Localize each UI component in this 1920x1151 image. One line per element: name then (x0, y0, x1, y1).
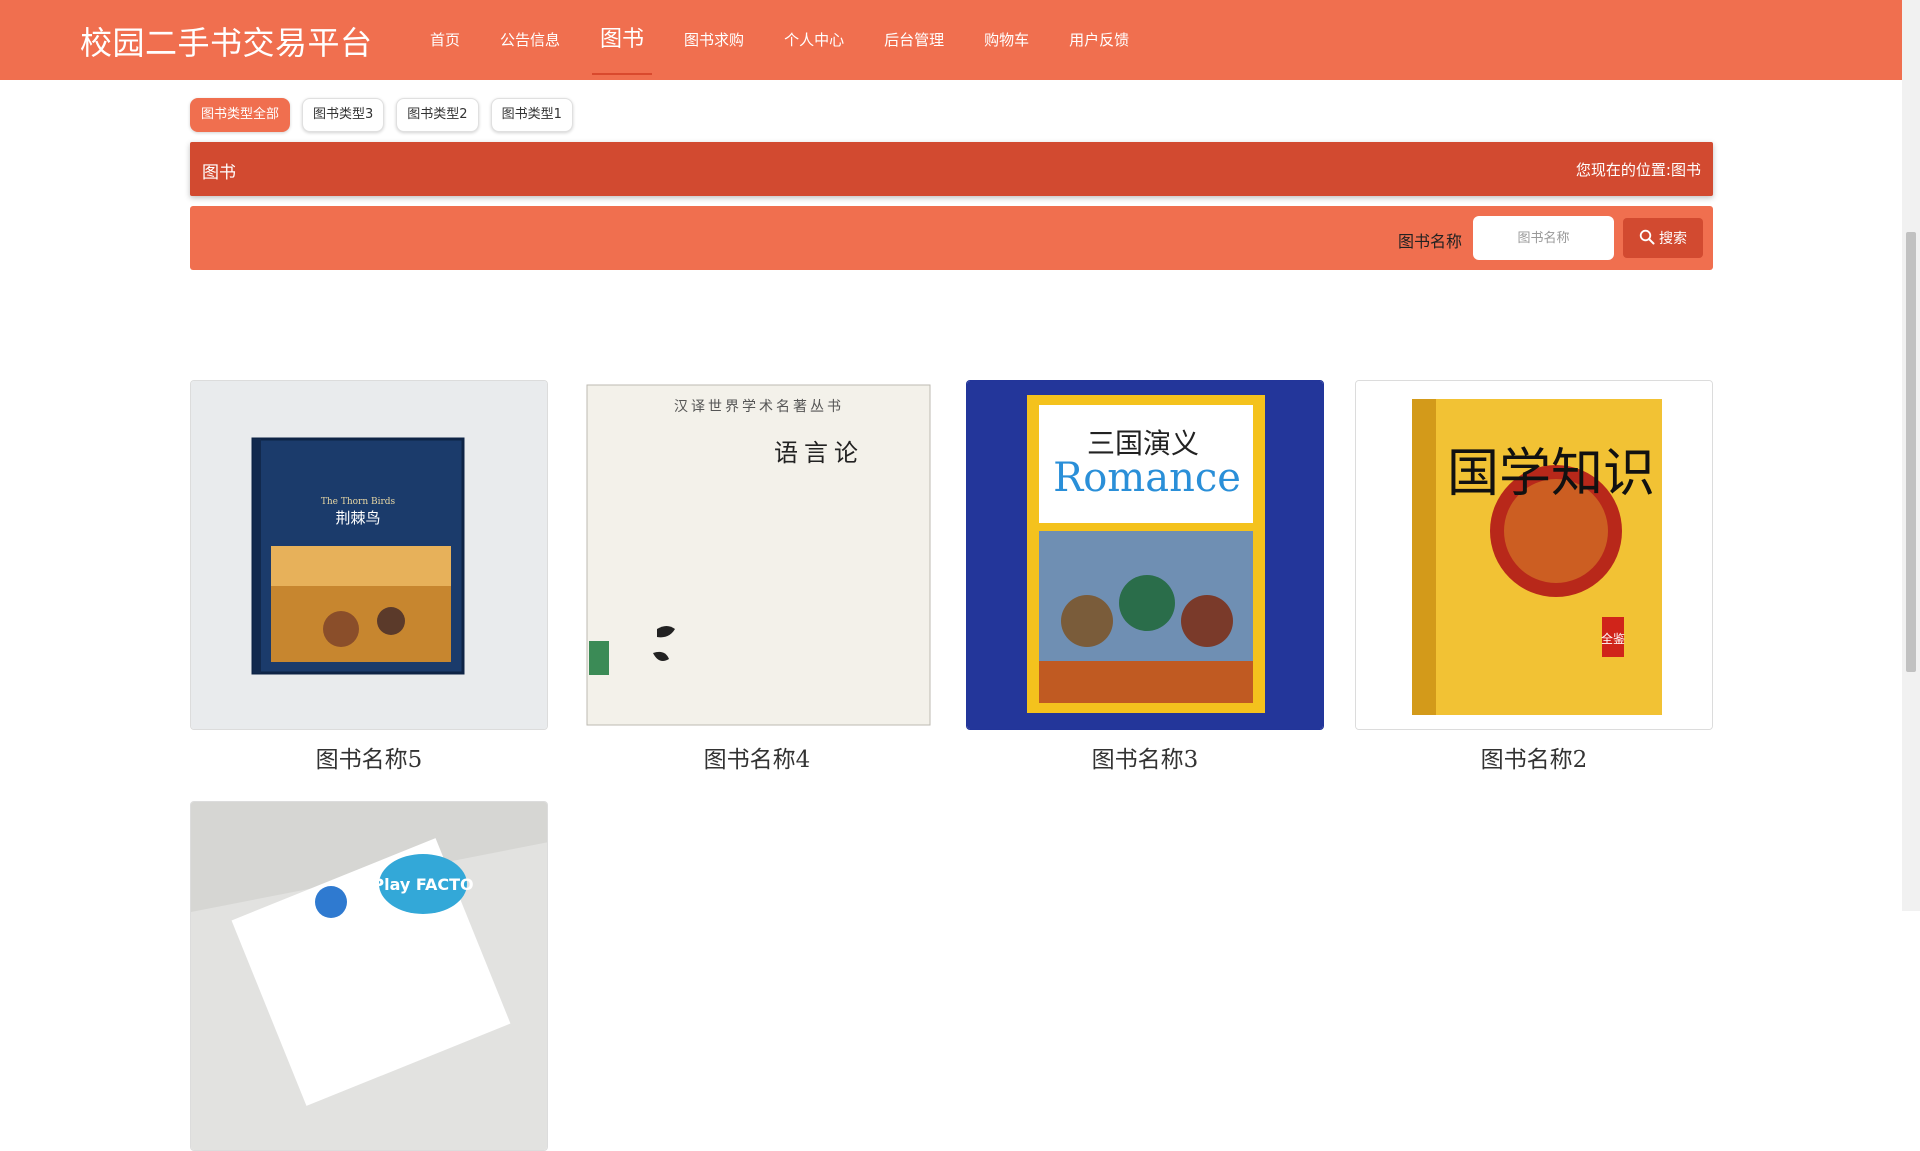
cover-subtitle: Romance (1053, 455, 1241, 501)
cover-subtitle: The Thorn Birds (321, 497, 396, 507)
nav-personal-center[interactable]: 个人中心 (764, 0, 864, 80)
book-cover[interactable]: 国学知识 全鉴 (1355, 380, 1713, 730)
book-cover[interactable]: 三国演义 Romance (966, 380, 1324, 730)
category-all[interactable]: 图书类型全部 (190, 98, 291, 132)
book-card: Play FACTO (190, 801, 548, 1151)
nav-home[interactable]: 首页 (410, 0, 480, 80)
book-name[interactable]: 图书名称4 (578, 740, 936, 774)
book-name[interactable]: 图书名称2 (1355, 740, 1713, 774)
category-type-2[interactable]: 图书类型2 (396, 98, 479, 132)
cover-title: 荆棘鸟 (335, 509, 380, 527)
scrollbar-thumb[interactable] (1906, 232, 1916, 672)
location-bar: 图书 您现在的位置: 图书 (190, 142, 1713, 196)
category-type-1[interactable]: 图书类型1 (490, 98, 573, 132)
search-panel: 图书名称 搜索 (190, 206, 1713, 270)
breadcrumb: 您现在的位置: 图书 (1576, 159, 1701, 180)
nav-feedback[interactable]: 用户反馈 (1049, 0, 1149, 80)
cover-subtitle: 全鉴 (1601, 631, 1625, 646)
book-cover[interactable]: Play FACTO (190, 801, 548, 1151)
search-button[interactable]: 搜索 (1623, 218, 1703, 258)
search-button-label: 搜索 (1659, 230, 1687, 246)
nav-books[interactable]: 图书 (580, 0, 664, 80)
site-title[interactable]: 校园二手书交易平台 (80, 18, 373, 64)
book-card: 汉译世界学术名著丛书 语言论 图书名称4 (578, 380, 936, 774)
search-icon (1639, 229, 1655, 248)
category-type-3[interactable]: 图书类型3 (302, 98, 385, 132)
book-card: 三国演义 Romance 图书名称3 (966, 380, 1324, 774)
breadcrumb-current[interactable]: 图书 (1671, 159, 1701, 180)
section-title: 图书 (202, 163, 236, 183)
page-scrollbar[interactable] (1902, 0, 1920, 911)
nav-announcements[interactable]: 公告信息 (480, 0, 580, 80)
cover-subtitle: 汉译世界学术名著丛书 (674, 399, 844, 415)
cover-title: 国学知识 (1447, 444, 1655, 504)
book-name[interactable]: 图书名称3 (966, 740, 1324, 774)
book-cover[interactable]: The Thorn Birds 荆棘鸟 (190, 380, 548, 730)
cover-title: 语言论 (774, 439, 864, 467)
book-name-search-input[interactable] (1473, 216, 1614, 260)
category-filter: 图书类型全部 图书类型3 图书类型2 图书类型1 (190, 98, 573, 132)
search-label: 图书名称 (1398, 232, 1463, 251)
nav-book-requests[interactable]: 图书求购 (664, 0, 764, 80)
book-card: 国学知识 全鉴 图书名称2 (1355, 380, 1713, 774)
nav-cart[interactable]: 购物车 (964, 0, 1049, 80)
book-card: The Thorn Birds 荆棘鸟 图书名称5 (190, 380, 548, 774)
breadcrumb-prefix: 您现在的位置: (1575, 161, 1671, 179)
nav-admin[interactable]: 后台管理 (864, 0, 964, 80)
top-navbar: 校园二手书交易平台 首页 公告信息 图书 图书求购 个人中心 后台管理 购物车 … (0, 0, 1902, 80)
book-name[interactable]: 图书名称5 (190, 740, 548, 774)
main-nav: 首页 公告信息 图书 图书求购 个人中心 后台管理 购物车 用户反馈 (410, 0, 1149, 80)
book-cover[interactable]: 汉译世界学术名著丛书 语言论 (578, 380, 936, 730)
cover-title: Play FACTO (372, 875, 473, 894)
